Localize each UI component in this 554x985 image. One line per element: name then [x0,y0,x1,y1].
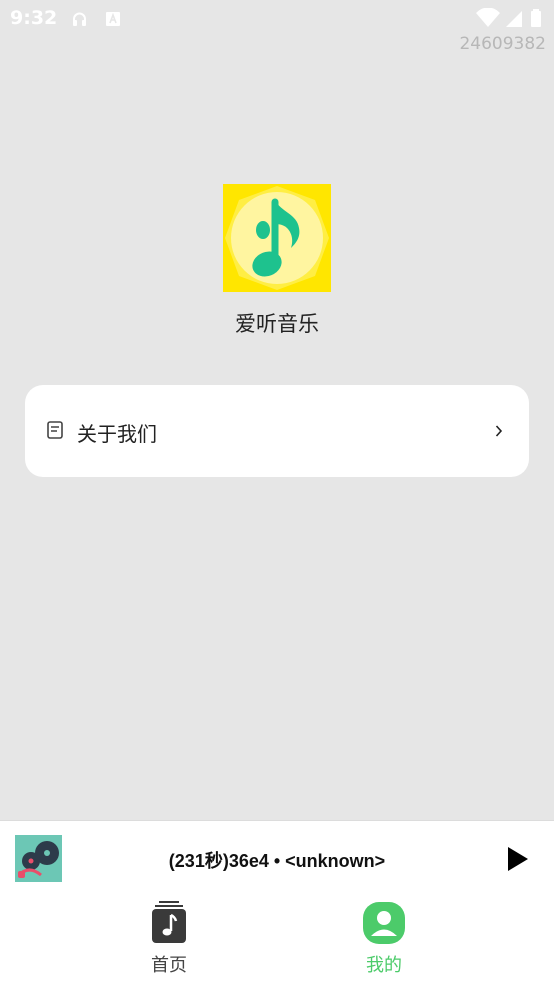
menu-item-about-us[interactable]: 关于我们 [25,385,529,477]
play-button[interactable] [506,846,530,872]
menu-item-label: 关于我们 [77,422,157,446]
headphones-icon [72,11,87,30]
tab-mine-label: 我的 [366,955,402,976]
track-title[interactable]: (231秒)36e4 • <unknown> [0,847,554,873]
bottom-panel: (231秒)36e4 • <unknown> 首页 我的 [0,820,554,985]
profile-icon [362,901,406,949]
document-icon [47,421,63,443]
tab-mine[interactable]: 我的 [334,901,434,979]
tab-home-label: 首页 [151,955,187,976]
mini-player[interactable]: (231秒)36e4 • <unknown> [0,821,554,897]
status-bar: 9:32 [0,0,554,36]
status-time: 9:32 [10,7,58,29]
wifi-icon [476,7,500,28]
app-logo [223,184,331,292]
chevron-right-icon [495,423,503,442]
music-note-icon [223,184,331,292]
music-library-icon [147,901,191,949]
battery-icon [531,9,541,27]
play-icon [508,847,528,871]
tab-home[interactable]: 首页 [119,901,219,979]
status-right-icons [476,7,546,32]
app-name: 爱听音乐 [235,312,319,336]
text-a-icon [106,11,120,30]
build-id: 24609382 [459,34,546,54]
cell-signal-icon [506,11,522,27]
